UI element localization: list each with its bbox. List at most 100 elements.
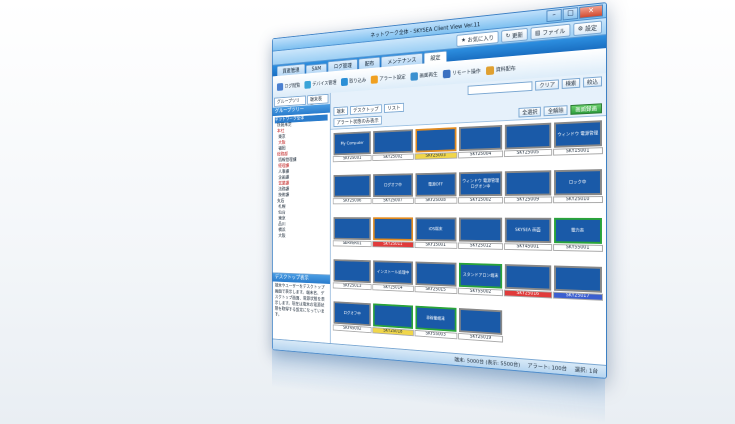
terminal-tile[interactable]: SERVER01 — [332, 217, 372, 257]
terminal-name: SKY25004 — [458, 150, 504, 159]
ribbon-item[interactable]: デバイス管理 — [304, 78, 336, 89]
terminal-tile[interactable]: SKY25012 — [458, 217, 504, 262]
minimize-button[interactable]: – — [546, 8, 562, 23]
ribbon-label: 取り込み — [349, 78, 367, 85]
terminal-tile[interactable]: ログオフ中 SKY45002 — [332, 301, 372, 343]
desktop-info-text: 端末やユーザーをデスクトップ画面で表示します。端末名、デスクトップ画面、電源状態… — [274, 283, 325, 318]
main-panel: クリア 検索 絞込 端末 デスクトップ リスト アラート状態のみ表示 全選択 全… — [330, 73, 606, 366]
narrow-button[interactable]: 絞込 — [583, 75, 602, 88]
terminal-screen — [415, 261, 457, 287]
terminal-tile[interactable]: SKY25009 — [504, 170, 552, 215]
terminal-name: SKY45001 — [504, 243, 552, 251]
terminal-tile[interactable]: 非稼働端末 SKY55003 — [414, 305, 458, 351]
maximize-button[interactable]: □ — [562, 7, 579, 21]
close-button[interactable]: ✕ — [579, 4, 603, 19]
desktop-view-button[interactable]: デスクトップ — [350, 103, 382, 115]
terminal-name: SKY25005 — [504, 148, 552, 158]
tree-node[interactable]: 大阪 — [275, 234, 328, 241]
search-button[interactable]: 検索 — [561, 77, 581, 89]
terminal-screen — [333, 259, 372, 284]
file-button[interactable]: ▤ ファイル — [530, 23, 571, 40]
terminal-screen: 電源OFF — [415, 172, 457, 197]
content-area: グループツリー 端末表示 グループツリー ネットワーク全体 所属未定 本社 東京… — [272, 73, 606, 366]
tab-sam[interactable]: SAM — [305, 63, 328, 74]
deselect-all-button[interactable]: 全解除 — [544, 105, 568, 117]
terminal-name: SKY25006 — [332, 197, 372, 205]
terminal-screen: My Computer — [333, 131, 372, 156]
terminal-screen: ログオフ中 — [373, 173, 413, 198]
terminal-name: SKY25017 — [552, 291, 603, 301]
terminal-tile[interactable]: SKY25003 — [414, 127, 458, 170]
terminal-tile[interactable]: SKY25015 — [414, 261, 458, 306]
terminal-tile[interactable]: SKY25002 — [372, 129, 414, 171]
terminal-tile[interactable]: SKY25018 — [372, 303, 414, 346]
select-all-button[interactable]: 全選択 — [518, 106, 542, 118]
terminal-tile[interactable]: 電力表 SKY55001 — [552, 217, 603, 264]
ribbon-icon — [442, 69, 451, 78]
terminal-tile[interactable]: SKY25011 — [372, 217, 414, 258]
favorites-button[interactable]: ★ お気に入り — [456, 30, 499, 47]
terminal-name: SERVER01 — [332, 240, 372, 248]
ribbon-item[interactable]: 画面再生 — [410, 70, 438, 81]
ribbon-item[interactable]: 取り込み — [340, 76, 367, 86]
terminal-screen: ログオフ中 — [333, 301, 372, 327]
terminal-name: SKY25015 — [414, 285, 458, 295]
terminal-screen — [505, 122, 551, 150]
terminal-name: SKY25011 — [372, 240, 414, 248]
terminal-tile[interactable]: スタンドアロン端末 SKY55002 — [458, 262, 504, 308]
terminal-tile[interactable]: ロック中 SKY25010 — [552, 169, 603, 215]
tab-distribution[interactable]: 配布 — [358, 56, 381, 70]
terminal-name: SKY25018 — [372, 327, 414, 337]
ribbon-item[interactable]: ログ閲覧 — [276, 81, 300, 91]
list-view-button[interactable]: リスト — [384, 102, 404, 113]
terminal-name: SKY45002 — [332, 324, 372, 334]
star-icon: ★ — [461, 36, 466, 44]
ribbon-icon — [304, 80, 311, 89]
ribbon-label: 資料配布 — [495, 66, 516, 74]
update-button[interactable]: ↻ 更新 — [501, 27, 528, 43]
terminal-screen — [415, 127, 457, 153]
terminal-tile[interactable]: ウィンドウ 電源管理 ログオン中 SKY15002 — [458, 171, 504, 215]
app-window: ネットワーク全体 - SKYSEA Client View Ver.11 – □… — [272, 2, 607, 379]
terminal-name: SKY25008 — [414, 197, 458, 204]
terminal-display-button[interactable]: 端末表示 — [307, 93, 329, 110]
terminal-screen: iOS端末 — [415, 217, 457, 242]
refresh-icon: ↻ — [505, 31, 511, 40]
clear-button[interactable]: クリア — [535, 78, 559, 91]
ribbon-item[interactable]: リモート操作 — [442, 67, 481, 78]
screen-record-button[interactable]: 画面録画 — [570, 103, 602, 115]
terminal-screen: スタンドアロン端末 — [459, 262, 503, 289]
terminal-tile[interactable]: My Computer SKY25001 — [332, 131, 372, 172]
ribbon-item[interactable]: 資料配布 — [485, 64, 516, 75]
terminal-tile[interactable]: ウィンドウ 電源管理 SKY15001 — [552, 120, 603, 167]
terminal-tile[interactable]: SKY25017 — [552, 265, 603, 312]
terminal-tile[interactable]: ログオフ中 SKY25007 — [372, 173, 414, 214]
terminal-tile[interactable]: SKY25004 — [458, 124, 504, 170]
terminal-view-select[interactable]: 端末 — [333, 105, 348, 116]
tab-settings[interactable]: 設定 — [423, 50, 448, 64]
terminal-name: SKY25014 — [372, 284, 414, 293]
terminal-screen — [333, 217, 372, 241]
terminal-tile[interactable]: インストール処理中 SKY25014 — [372, 260, 414, 302]
terminal-tile[interactable]: SKY25005 — [504, 122, 552, 169]
terminal-screen — [373, 303, 413, 329]
terminal-screen: ウィンドウ 電源管理 ログオン中 — [459, 171, 503, 197]
terminal-screen — [459, 308, 503, 335]
terminal-screen: SKYSEA 画面 — [505, 217, 551, 244]
terminal-tile[interactable]: SKY25006 — [332, 174, 372, 214]
terminal-tile[interactable]: SKY25013 — [332, 259, 372, 300]
terminal-tile[interactable]: SKY25019 — [458, 308, 504, 354]
terminal-screen — [373, 217, 413, 241]
terminal-screen: 非稼働端末 — [415, 305, 457, 332]
terminal-tile[interactable]: 電源OFF SKY25008 — [414, 172, 458, 214]
alert-only-select[interactable]: アラート状態のみ表示 — [333, 115, 382, 128]
terminal-tile[interactable]: SKY25016 — [504, 264, 552, 310]
terminal-tile[interactable]: SKYSEA 画面 SKY45001 — [504, 217, 552, 263]
ribbon-icon — [370, 74, 378, 84]
terminal-tile[interactable]: iOS端末 SKY15001 — [414, 217, 458, 260]
settings-button[interactable]: ⚙ 設定 — [572, 20, 602, 36]
file-icon: ▤ — [535, 29, 541, 37]
terminal-screen — [505, 264, 551, 291]
ribbon-item[interactable]: アラート設定 — [370, 73, 406, 84]
